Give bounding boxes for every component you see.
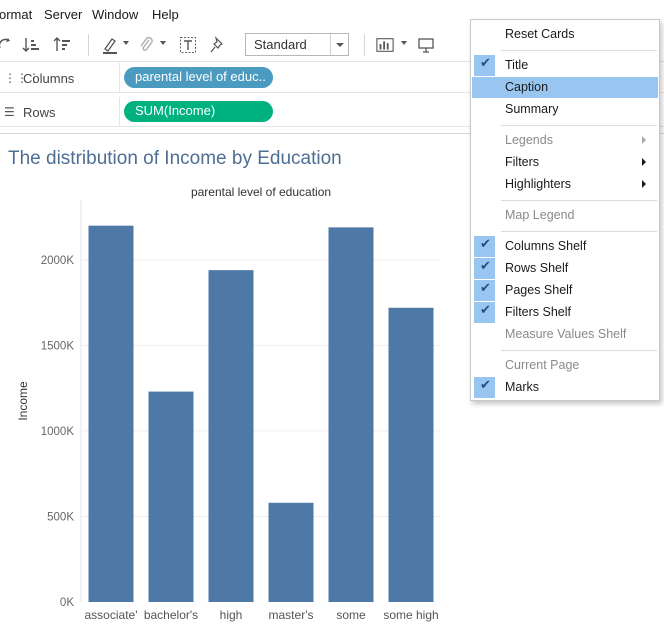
menu-item-label: Marks — [505, 380, 540, 394]
menu-item-caption[interactable]: Caption — [472, 77, 658, 98]
menu-server[interactable]: Server — [44, 7, 82, 22]
menu-item-columns-shelf[interactable]: ✔ Columns Shelf — [472, 236, 658, 257]
bar[interactable] — [328, 227, 374, 602]
menu-window[interactable]: Window — [92, 7, 138, 22]
submenu-arrow-icon — [642, 136, 646, 144]
menu-separator — [501, 200, 657, 201]
bar[interactable] — [208, 270, 254, 602]
menu-item-label: Current Page — [505, 358, 580, 372]
y-tick-label: 500K — [47, 511, 74, 523]
submenu-arrow-icon — [642, 180, 646, 188]
highlight-dropdown-icon[interactable] — [123, 41, 129, 45]
y-tick-label: 0K — [60, 597, 74, 609]
menu-item-label: Highlighters — [505, 177, 572, 191]
checkmark-icon: ✔ — [474, 258, 495, 279]
tableau-window: ormat Server Window Help Standard ⋮⋮⋮ Co… — [0, 0, 664, 627]
chevron-down-icon[interactable] — [330, 34, 348, 55]
highlight-pen-icon[interactable] — [101, 36, 119, 54]
pin-icon[interactable] — [209, 36, 227, 54]
menu-item-label: Filters Shelf — [505, 305, 571, 319]
x-tick-label: associate' — [85, 608, 138, 622]
rows-label: Rows — [23, 105, 56, 120]
menu-item-pages-shelf[interactable]: ✔ Pages Shelf — [472, 280, 658, 301]
show-me-icon[interactable] — [376, 36, 394, 54]
menu-item-label: Map Legend — [505, 208, 575, 222]
presentation-icon[interactable] — [417, 36, 435, 54]
checkmark-icon: ✔ — [474, 55, 495, 76]
menu-item-label: Rows Shelf — [505, 261, 569, 275]
y-tick-label: 1000K — [41, 426, 75, 438]
toolbar-separator — [364, 34, 365, 56]
menu-item-current-page: Current Page — [472, 355, 658, 376]
x-tick-label: master's — [269, 608, 314, 622]
menu-item-label: Legends — [505, 133, 553, 147]
bar[interactable] — [268, 502, 314, 602]
column-header: parental level of education — [191, 185, 331, 199]
rows-icon: ☰ — [4, 105, 15, 119]
menu-item-measure-values-shelf: Measure Values Shelf — [472, 324, 658, 345]
menu-item-summary[interactable]: Summary — [472, 99, 658, 120]
toolbar-separator — [88, 34, 89, 56]
columns-label: Columns — [23, 71, 75, 86]
show-me-dropdown-icon[interactable] — [401, 41, 407, 45]
menu-item-title[interactable]: ✔ Title — [472, 55, 658, 76]
text-label-icon[interactable] — [179, 36, 197, 54]
menu-format[interactable]: ormat — [0, 7, 32, 22]
cards-context-menu: Reset Cards ✔ Title Caption Summary Legends Fi… — [470, 19, 660, 401]
menu-item-label: Columns Shelf — [505, 239, 587, 253]
columns-pill[interactable]: parental level of educ.. — [124, 67, 273, 88]
y-axis-label: Income — [16, 381, 30, 421]
menu-item-label: Pages Shelf — [505, 283, 573, 297]
checkmark-icon: ✔ — [474, 280, 495, 301]
rows-shelf-header: ☰ Rows — [0, 97, 120, 127]
paperclip-icon[interactable] — [137, 36, 155, 54]
menu-item-label: Filters — [505, 155, 540, 169]
menu-item-filters-shelf[interactable]: ✔ Filters Shelf — [472, 302, 658, 323]
menu-item-label: Title — [505, 58, 529, 72]
menu-help[interactable]: Help — [152, 7, 179, 22]
bar-chart: parental level of education Income 0K 500… — [16, 185, 440, 622]
checkmark-icon: ✔ — [474, 236, 495, 257]
y-tick-label: 2000K — [41, 255, 75, 267]
x-tick-label: some high — [383, 608, 438, 622]
bar[interactable] — [148, 391, 194, 602]
sort-ascending-icon[interactable] — [22, 36, 40, 54]
menu-item-rows-shelf[interactable]: ✔ Rows Shelf — [472, 258, 658, 279]
bar[interactable] — [88, 225, 134, 602]
menu-item-filters[interactable]: Filters — [472, 152, 658, 173]
menu-item-reset-cards[interactable]: Reset Cards — [472, 24, 658, 45]
bar[interactable] — [388, 307, 434, 602]
checkmark-icon: ✔ — [474, 377, 495, 398]
y-tick-label: 1500K — [41, 340, 75, 352]
menu-item-legends: Legends — [472, 130, 658, 151]
menu-separator — [501, 125, 657, 126]
menu-item-marks[interactable]: ✔ Marks — [472, 377, 658, 398]
x-tick-label: bachelor's — [144, 608, 198, 622]
menu-separator — [501, 350, 657, 351]
submenu-arrow-icon — [642, 158, 646, 166]
paperclip-dropdown-icon[interactable] — [160, 41, 166, 45]
checkmark-icon: ✔ — [474, 302, 495, 323]
sort-descending-icon[interactable] — [53, 36, 71, 54]
menu-item-label: Caption — [505, 80, 549, 94]
swap-icon[interactable] — [0, 36, 14, 54]
view-size-value: Standard — [254, 37, 307, 52]
menu-item-map-legend: Map Legend — [472, 205, 658, 226]
rows-pill[interactable]: SUM(Income) — [124, 101, 273, 122]
menu-item-highlighters[interactable]: Highlighters — [472, 174, 658, 195]
menu-item-label: Measure Values Shelf — [505, 327, 627, 341]
columns-shelf-header: ⋮⋮⋮ Columns — [0, 63, 120, 93]
menu-separator — [501, 231, 657, 232]
menu-item-label: Summary — [505, 102, 559, 116]
menu-separator — [501, 50, 657, 51]
x-tick-label: high — [220, 608, 243, 622]
x-tick-label: some — [336, 608, 366, 622]
view-size-select[interactable]: Standard — [245, 33, 349, 56]
menu-item-label: Reset Cards — [505, 27, 575, 41]
